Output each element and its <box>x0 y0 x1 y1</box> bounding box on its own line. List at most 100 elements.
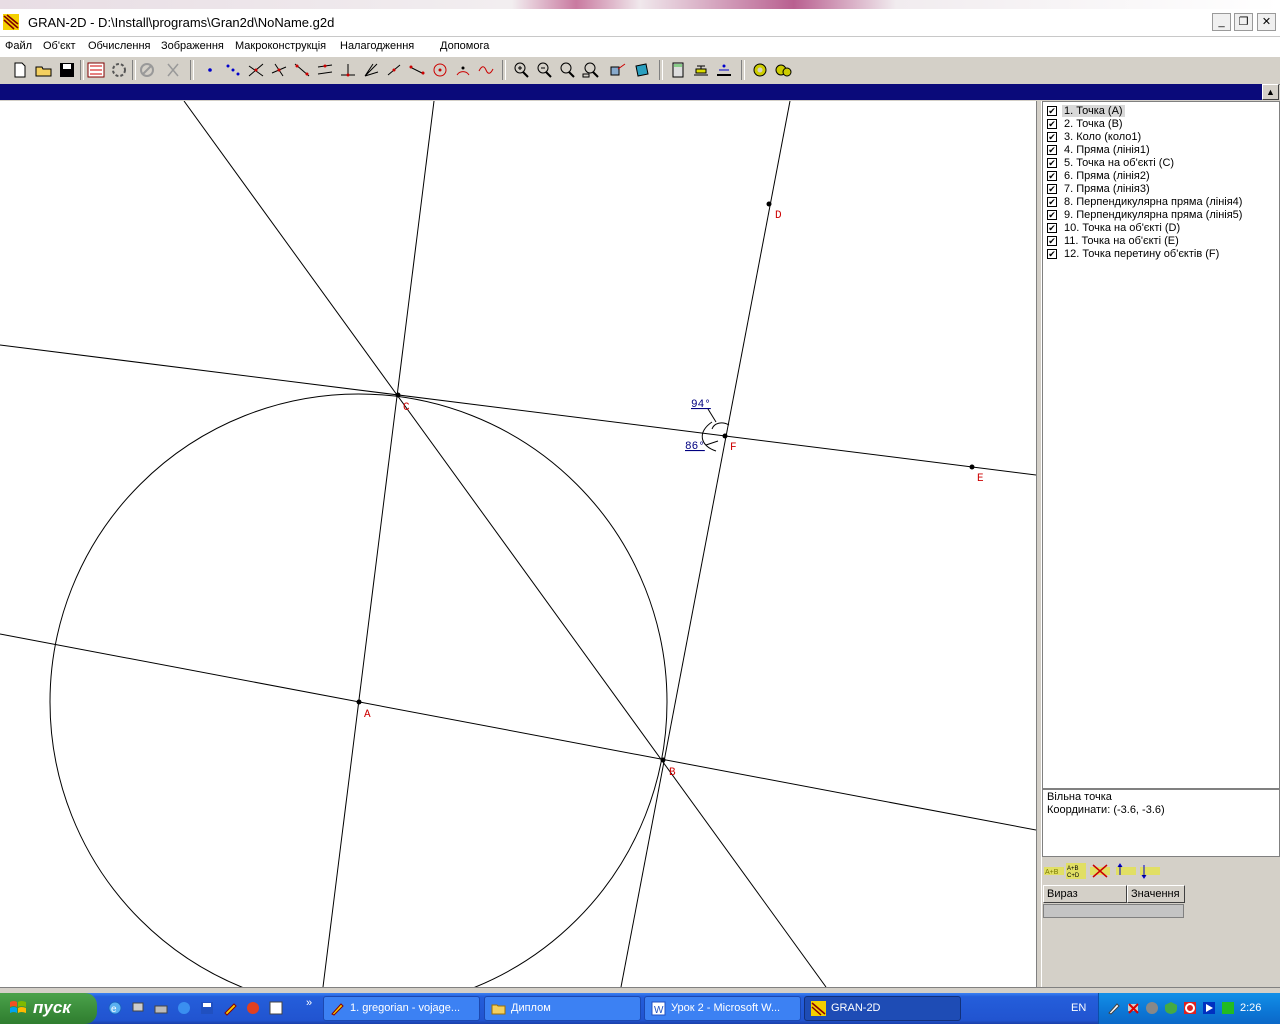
macro-run-icon[interactable] <box>750 61 770 79</box>
line-tool-icon[interactable] <box>292 61 312 79</box>
maximize-button[interactable]: ❐ <box>1234 13 1253 31</box>
add-expression-icon[interactable]: A+B <box>1044 863 1064 879</box>
pencil-icon[interactable] <box>222 1000 238 1016</box>
checkbox[interactable]: ✔ <box>1047 119 1057 129</box>
tray-pen-icon[interactable] <box>1107 1001 1121 1015</box>
checkbox[interactable]: ✔ <box>1047 249 1057 259</box>
new-file-icon[interactable] <box>10 61 30 79</box>
macro-settings-icon[interactable] <box>773 61 793 79</box>
calendar-icon[interactable] <box>268 1000 284 1016</box>
menu-object[interactable]: Об'єкт <box>43 40 76 52</box>
measure-icon[interactable] <box>691 61 711 79</box>
tray-disk-icon[interactable] <box>1145 1001 1159 1015</box>
browser-icon[interactable] <box>176 1000 192 1016</box>
list-item[interactable]: ✔ 3. Коло (коло1) <box>1047 131 1279 144</box>
add-multi-expression-icon[interactable]: A+B C+D <box>1066 863 1086 879</box>
ruler-icon[interactable] <box>714 61 734 79</box>
language-indicator[interactable]: EN <box>1071 1002 1086 1014</box>
tray-green-icon[interactable] <box>1221 1001 1235 1015</box>
ray-tool-icon[interactable] <box>384 61 404 79</box>
list-item[interactable]: ✔ 1. Точка (A) <box>1047 105 1279 118</box>
task-word[interactable]: W Урок 2 - Microsoft W... <box>644 996 801 1021</box>
list-item[interactable]: ✔ 11. Точка на об'єкті (E) <box>1047 235 1279 248</box>
ie-icon[interactable]: e <box>107 1000 123 1016</box>
floppy-icon[interactable] <box>199 1000 215 1016</box>
network-icon[interactable] <box>130 1000 146 1016</box>
checkbox[interactable]: ✔ <box>1047 184 1057 194</box>
column-header-expression[interactable]: Вираз <box>1043 885 1127 903</box>
intersection-tool-icon[interactable] <box>246 61 266 79</box>
checkbox[interactable]: ✔ <box>1047 236 1057 246</box>
perpendicular-tool-icon[interactable] <box>338 61 358 79</box>
app-red-icon[interactable] <box>245 1000 261 1016</box>
checkbox[interactable]: ✔ <box>1047 223 1057 233</box>
list-item[interactable]: ✔ 5. Точка на об'єкті (C) <box>1047 157 1279 170</box>
menu-calculation[interactable]: Обчислення <box>88 40 151 52</box>
checkbox[interactable]: ✔ <box>1047 171 1057 181</box>
zoom-icon[interactable] <box>558 61 578 79</box>
calculator-grid-icon[interactable] <box>86 61 106 79</box>
checkbox[interactable]: ✔ <box>1047 132 1057 142</box>
task-gran2d[interactable]: GRAN-2D <box>804 996 961 1021</box>
task-folder-diploma[interactable]: Диплом <box>484 996 641 1021</box>
checkbox[interactable]: ✔ <box>1047 210 1057 220</box>
quicklaunch-more-icon[interactable]: » <box>306 997 312 1009</box>
object-list[interactable]: ✔ 1. Точка (A) ✔ 2. Точка (B) ✔ 3. Коло (ко… <box>1042 101 1280 789</box>
scroll-up-button[interactable]: ▲ <box>1262 84 1279 100</box>
move-view-icon[interactable] <box>608 61 628 79</box>
delete-expression-icon[interactable] <box>1090 863 1110 879</box>
checkbox[interactable]: ✔ <box>1047 106 1057 116</box>
checkbox[interactable]: ✔ <box>1047 158 1057 168</box>
list-item[interactable]: ✔ 10. Точка на об'єкті (D) <box>1047 222 1279 235</box>
scissors-icon[interactable] <box>163 61 183 79</box>
checkbox[interactable]: ✔ <box>1047 197 1057 207</box>
title-bar[interactable]: GRAN-2D - D:\Install\programs\Gran2d\NoN… <box>0 9 1280 37</box>
disabled-circle-icon[interactable] <box>137 61 157 79</box>
gran2d-app-icon[interactable] <box>3 14 19 30</box>
menu-settings[interactable]: Налагодження <box>340 40 414 52</box>
drawing-canvas[interactable]: A B C D E F 94° 86° <box>0 101 1036 987</box>
line-cross-tool-icon[interactable] <box>269 61 289 79</box>
start-button[interactable]: пуск <box>0 993 97 1024</box>
list-item[interactable]: ✔ 6. Пряма (лінія2) <box>1047 170 1279 183</box>
parallel-tool-icon[interactable] <box>315 61 335 79</box>
menu-view[interactable]: Зображення <box>161 40 224 52</box>
move-up-expression-icon[interactable] <box>1116 863 1136 879</box>
list-item[interactable]: ✔ 12. Точка перетину об'єктів (F) <box>1047 248 1279 261</box>
task-gregorian[interactable]: 1. gregorian - vojage... <box>323 996 480 1021</box>
list-item[interactable]: ✔ 7. Пряма (лінія3) <box>1047 183 1279 196</box>
menu-file[interactable]: Файл <box>5 40 32 52</box>
list-item[interactable]: ✔ 4. Пряма (лінія1) <box>1047 144 1279 157</box>
minimize-button[interactable]: _ <box>1212 13 1231 31</box>
rotate-view-icon[interactable] <box>632 61 652 79</box>
calculator-icon[interactable] <box>668 61 688 79</box>
list-item[interactable]: ✔ 2. Точка (B) <box>1047 118 1279 131</box>
open-folder-icon[interactable] <box>34 61 54 79</box>
list-item[interactable]: ✔ 9. Перпендикулярна пряма (лінія5) <box>1047 209 1279 222</box>
menu-help[interactable]: Допомога <box>440 40 489 52</box>
save-icon[interactable] <box>57 61 77 79</box>
vector-tool-icon[interactable] <box>407 61 427 79</box>
zoom-in-icon[interactable] <box>512 61 532 79</box>
table-row[interactable] <box>1043 904 1184 918</box>
column-header-value[interactable]: Значення <box>1127 885 1185 903</box>
curve-tool-icon[interactable] <box>476 61 496 79</box>
zoom-out-icon[interactable] <box>535 61 555 79</box>
close-button[interactable]: ✕ <box>1257 13 1276 31</box>
move-down-expression-icon[interactable] <box>1140 863 1160 879</box>
tray-network-disabled-icon[interactable] <box>1126 1001 1140 1015</box>
tray-media-icon[interactable] <box>1202 1001 1216 1015</box>
tray-antivirus-icon[interactable] <box>1183 1001 1197 1015</box>
tray-shield-icon[interactable] <box>1164 1001 1178 1015</box>
segment-tool-icon[interactable] <box>223 61 243 79</box>
list-item[interactable]: ✔ 8. Перпендикулярна пряма (лінія4) <box>1047 196 1279 209</box>
refresh-icon[interactable] <box>109 61 129 79</box>
checkbox[interactable]: ✔ <box>1047 145 1057 155</box>
circle-tool-icon[interactable] <box>430 61 450 79</box>
point-tool-icon[interactable] <box>200 61 220 79</box>
clock[interactable]: 2:26 <box>1240 1002 1261 1014</box>
disk-icon[interactable] <box>153 1000 169 1016</box>
menu-macro[interactable]: Макроконструкція <box>235 40 326 52</box>
arc-tool-icon[interactable] <box>453 61 473 79</box>
bisector-tool-icon[interactable] <box>361 61 381 79</box>
